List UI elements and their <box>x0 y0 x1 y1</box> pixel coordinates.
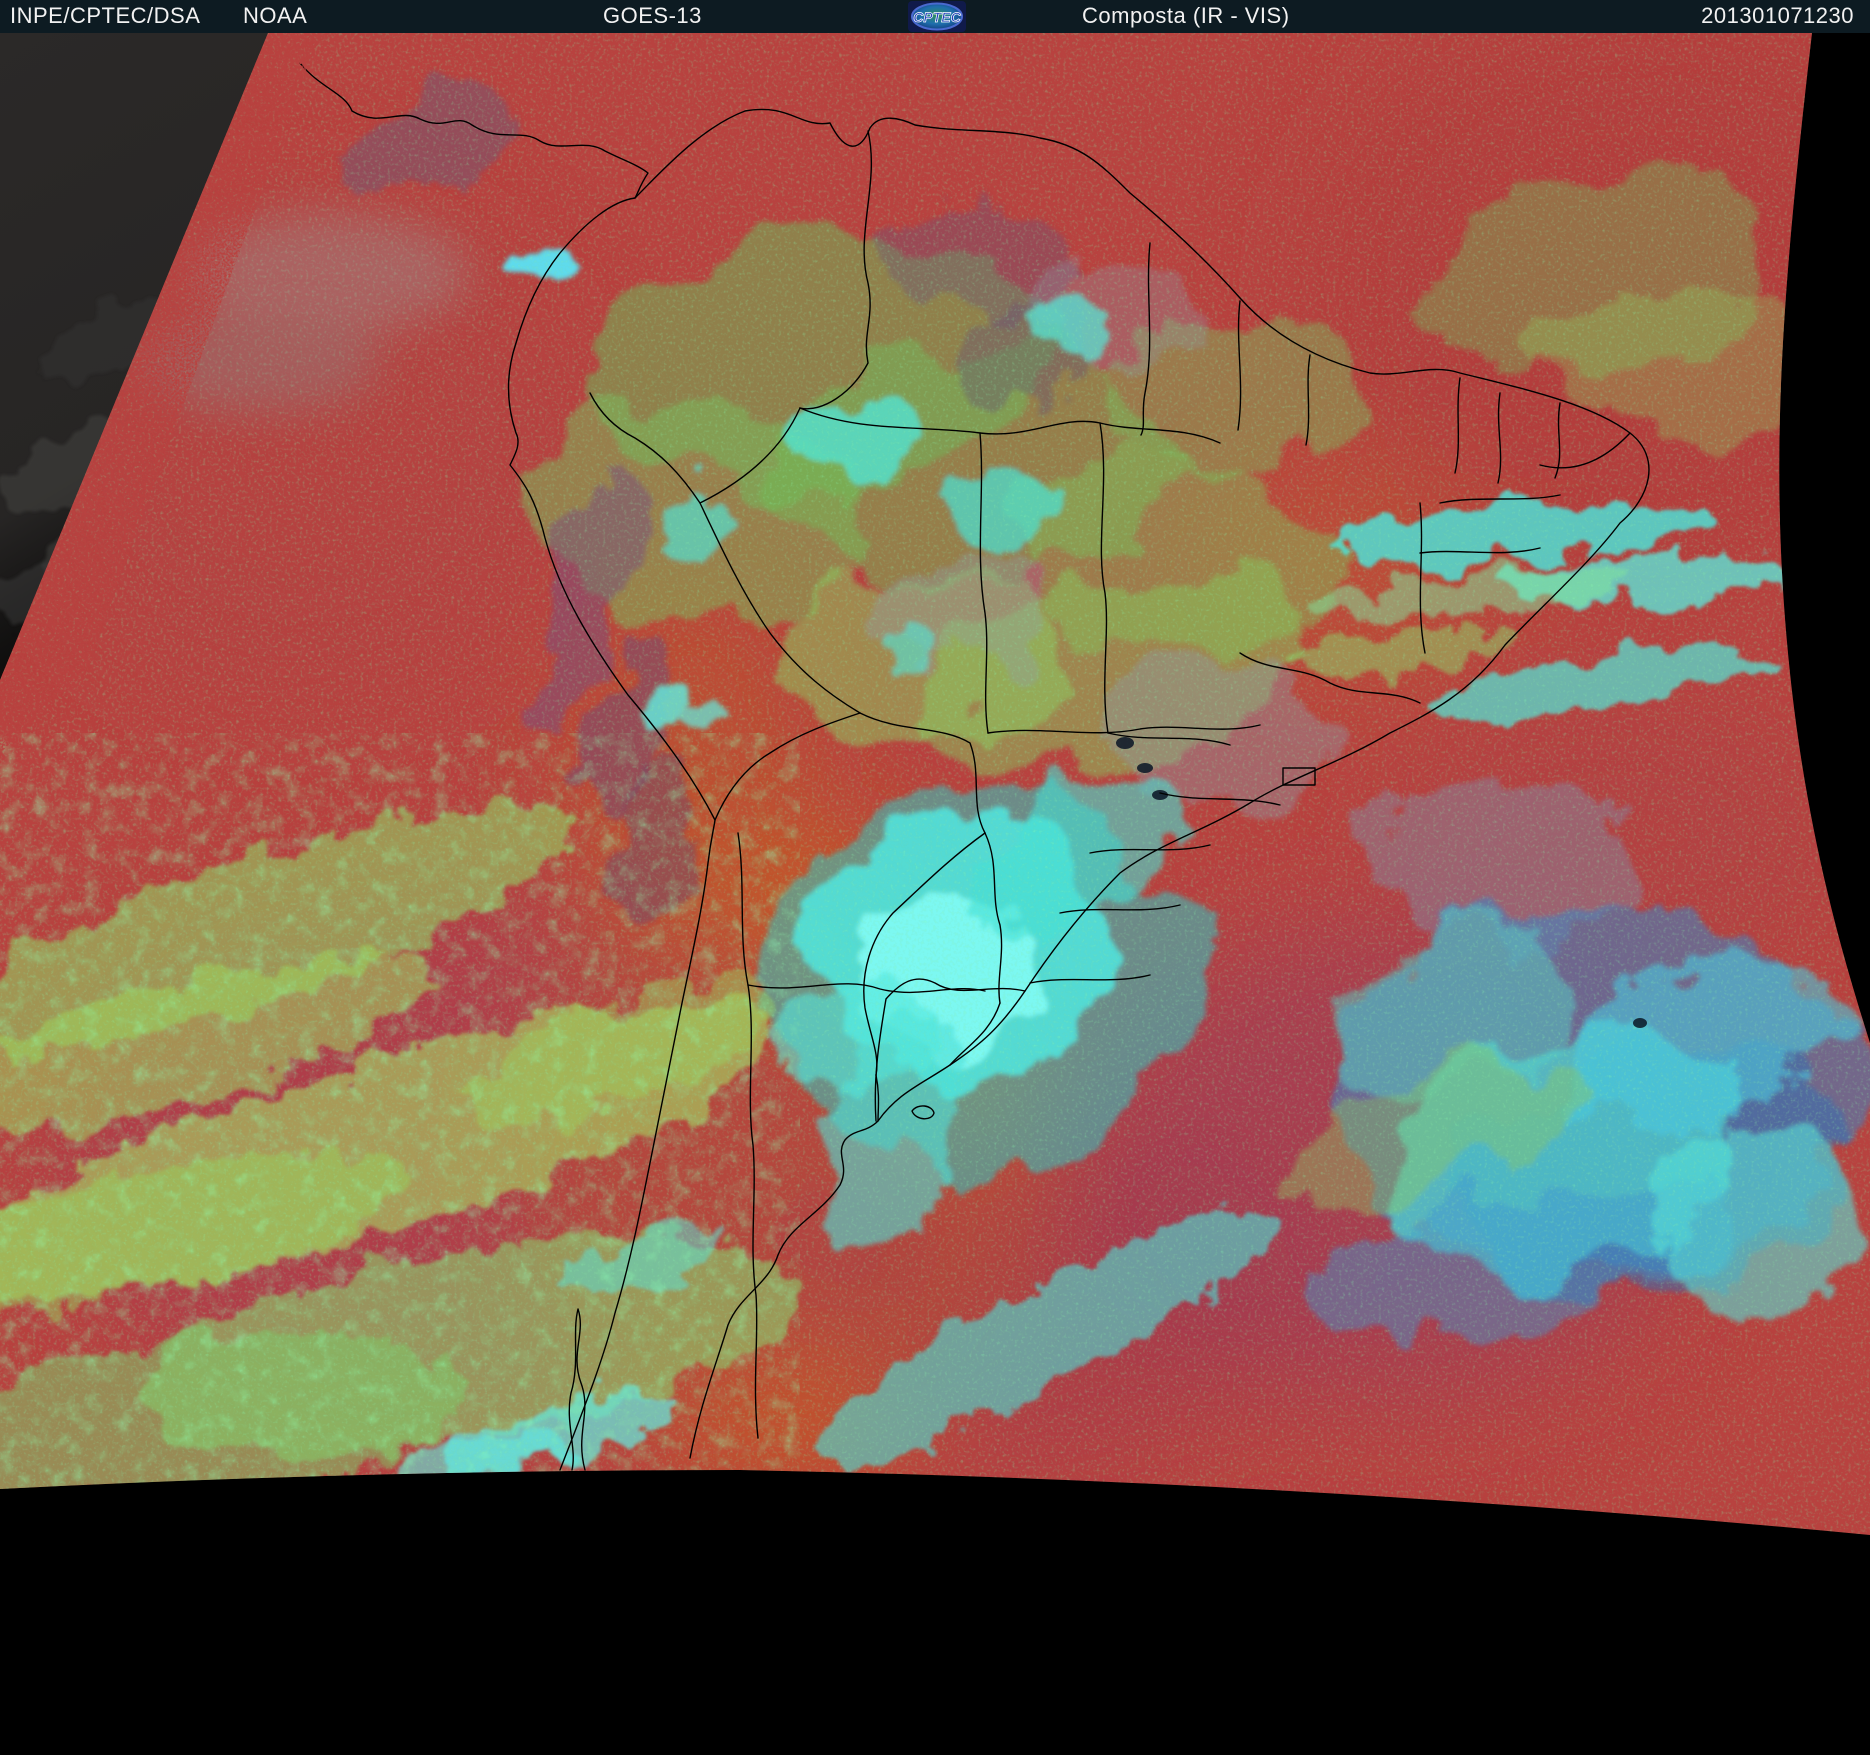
satellite-composite-map <box>0 33 1870 1750</box>
cptec-logo: CPTEC <box>908 1 966 32</box>
timestamp-label: 201301071230 <box>1701 3 1854 28</box>
agency-label: INPE/CPTEC/DSA <box>10 3 201 28</box>
satellite-label: GOES-13 <box>603 3 702 28</box>
header-bar: INPE/CPTEC/DSA NOAA GOES-13 CPTEC Compos… <box>0 0 1870 33</box>
noaa-label: NOAA <box>243 3 308 28</box>
satellite-image-area <box>0 33 1870 1750</box>
stratocumulus-cells <box>0 733 800 1493</box>
logo-text: CPTEC <box>913 9 961 25</box>
product-label: Composta (IR - VIS) <box>1082 3 1290 28</box>
